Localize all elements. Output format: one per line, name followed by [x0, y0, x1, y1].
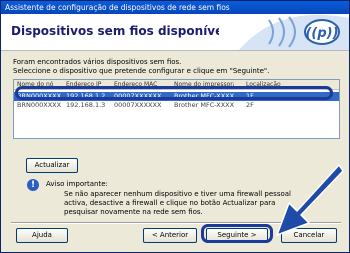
refresh-button[interactable]: Actualizar	[26, 158, 78, 173]
page-title: Dispositivos sem fios disponíveis	[11, 24, 235, 38]
warning-icon: !	[27, 179, 39, 191]
back-button[interactable]: < Anterior	[143, 228, 197, 243]
help-button[interactable]: Ajuda	[16, 228, 68, 243]
intro-line-1: Foram encontrados vários dispositivos se…	[13, 58, 182, 66]
cell-node-name: BRN000XXXX	[17, 101, 62, 109]
intro-line-2: Seleccione o dispositivo que pretende co…	[13, 67, 270, 75]
selection-highlight-ring	[15, 86, 333, 100]
intro-text: Foram encontrados vários dispositivos se…	[13, 58, 343, 76]
cell-printer-name: Brother MFC-XXXX	[174, 101, 234, 109]
device-row[interactable]: BRN000XXXX 192.168.1.3 00007XXXXXX Broth…	[14, 101, 339, 110]
wizard-header: Dispositivos sem fios disponíveis ((p))	[1, 14, 349, 51]
window-title: Assistente de configuração de dispositiv…	[1, 1, 349, 14]
next-button-highlight-ring	[201, 224, 273, 243]
wizard-window: Assistente de configuração de dispositiv…	[0, 0, 350, 253]
pointer-arrow-icon	[276, 164, 344, 236]
warning-text: Se não aparecer nenhum dispositivo e tiv…	[64, 190, 291, 216]
svg-text:((p)): ((p))	[305, 26, 338, 41]
cell-location: 2F	[246, 101, 254, 109]
cell-mac: 00007XXXXXX	[114, 101, 162, 109]
wireless-logo-icon: ((p))	[219, 14, 349, 50]
cell-ip: 192.168.1.3	[66, 101, 106, 109]
warning-title: Aviso importante:	[46, 180, 108, 188]
